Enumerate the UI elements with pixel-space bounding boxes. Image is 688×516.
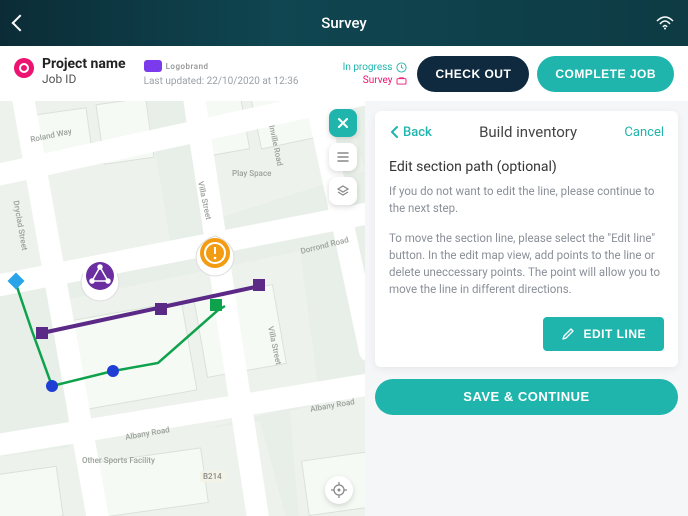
map-layers-button[interactable] [329, 177, 357, 205]
job-id: Job ID [42, 72, 126, 86]
back-chevron-icon[interactable] [12, 15, 29, 32]
brand-logo: Logobrand [144, 60, 299, 72]
briefcase-icon [396, 76, 407, 85]
panel-title: Build inventory [432, 123, 625, 141]
map-canvas [0, 101, 365, 516]
panel-cancel-button[interactable]: Cancel [624, 125, 664, 140]
side-panel: Back Build inventory Cancel Edit section… [365, 101, 688, 516]
status-column: In progress Survey [343, 62, 408, 86]
edit-line-label: EDIT LINE [583, 327, 646, 341]
project-header: Project name Job ID Logobrand Last updat… [0, 46, 688, 101]
close-icon [336, 116, 350, 130]
section-title: Edit section path (optional) [389, 159, 664, 175]
body-text-1: If you do not want to edit the line, ple… [389, 183, 664, 218]
locate-icon [331, 482, 347, 498]
top-bar: Survey [0, 0, 688, 46]
inventory-card: Back Build inventory Cancel Edit section… [375, 111, 678, 367]
complete-job-button[interactable]: COMPLETE JOB [537, 56, 674, 92]
brand-name: Logobrand [166, 62, 209, 71]
project-name: Project name [42, 56, 126, 72]
pencil-icon [561, 327, 575, 341]
list-icon [336, 151, 350, 163]
panel-back-label: Back [403, 125, 432, 140]
last-updated: Last updated: 22/10/2020 at 12:36 [144, 76, 299, 87]
clock-icon [396, 62, 407, 73]
checkout-button[interactable]: CHECK OUT [417, 56, 529, 92]
body-text-2: To move the section line, please select … [389, 230, 664, 299]
layers-icon [336, 184, 350, 198]
map-label-road-ref: B214 [200, 471, 225, 482]
status-survey: Survey [363, 75, 393, 86]
wifi-icon [656, 16, 674, 30]
map-label-other-facility: Other Sports Facility [82, 456, 155, 465]
save-continue-button[interactable]: SAVE & CONTINUE [375, 379, 678, 415]
map-list-button[interactable] [329, 143, 357, 171]
map-close-button[interactable] [329, 109, 357, 137]
screen-title: Survey [0, 14, 688, 32]
project-icon [14, 58, 34, 78]
map-view[interactable]: Play Space Villa Street Villa Street Inv… [0, 101, 365, 516]
status-in-progress: In progress [343, 62, 393, 73]
panel-back-button[interactable]: Back [389, 125, 432, 140]
map-label-play-space: Play Space [232, 169, 271, 178]
map-locate-button[interactable] [325, 476, 353, 504]
chevron-left-icon [389, 125, 401, 139]
edit-line-button[interactable]: EDIT LINE [543, 317, 664, 351]
